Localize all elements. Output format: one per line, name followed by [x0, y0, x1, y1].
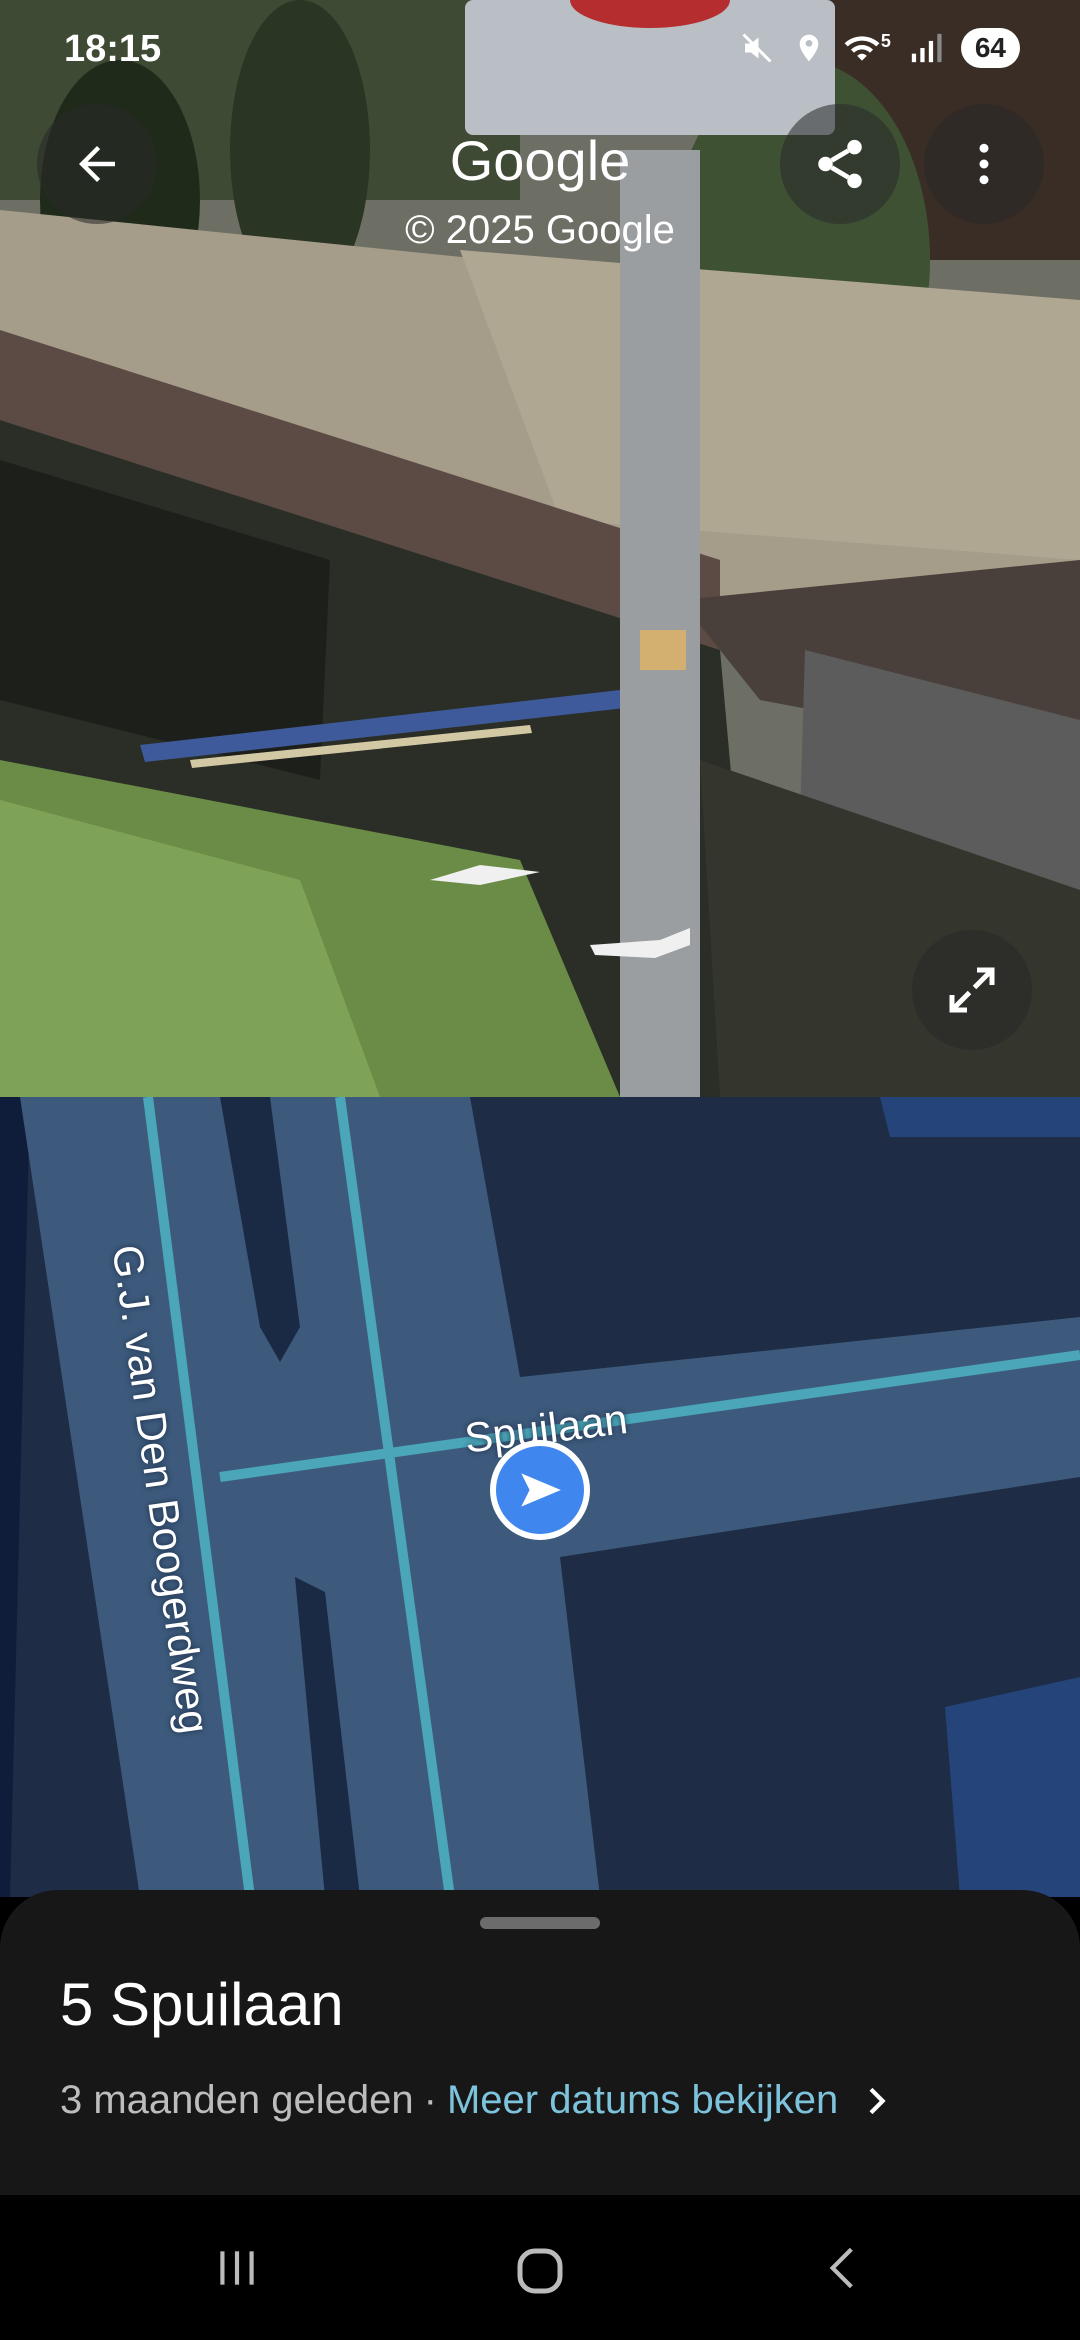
system-nav-bar	[0, 2195, 1080, 2340]
more-dates-link[interactable]: Meer datums bekijken	[447, 2078, 838, 2123]
signal-icon	[911, 33, 942, 63]
more-vert-icon	[979, 143, 989, 185]
address-title: 5 Spuilaan	[60, 1971, 344, 2038]
image-age: 3 maanden geleden	[60, 2078, 414, 2122]
page-title: Google	[449, 129, 631, 192]
battery-indicator: 64	[960, 28, 1020, 68]
status-time: 18:15	[64, 28, 162, 70]
location-marker[interactable]	[490, 1440, 590, 1540]
network-label: 5	[880, 31, 891, 51]
separator-dot: ·	[423, 2078, 437, 2122]
mute-icon	[742, 33, 772, 63]
share-icon	[818, 139, 862, 189]
location-icon	[799, 34, 819, 62]
chevron-right-icon[interactable]	[856, 2081, 896, 2121]
more-options-button[interactable]	[924, 104, 1044, 224]
expand-icon	[949, 967, 995, 1013]
info-sheet[interactable]: 5 Spuilaan 3 maanden geleden · Meer datu…	[0, 1890, 1080, 2195]
copyright-text: © 2025 Google	[405, 208, 675, 252]
status-bar: 18:15 5 64	[0, 0, 1080, 100]
date-info: 3 maanden geleden · Meer datums bekijken	[60, 2078, 896, 2123]
back-nav-icon[interactable]	[818, 2243, 868, 2293]
direction-arrow-icon	[521, 1473, 561, 1507]
recent-apps-icon[interactable]	[212, 2243, 262, 2293]
wifi-icon: 5	[843, 31, 891, 65]
share-button[interactable]	[780, 104, 900, 224]
drag-handle[interactable]	[480, 1917, 600, 1929]
mini-map[interactable]: G.J. van Den Boogerdweg Spuilaan	[0, 1097, 1080, 1897]
fullscreen-button[interactable]	[912, 930, 1032, 1050]
home-icon[interactable]	[510, 2241, 570, 2301]
